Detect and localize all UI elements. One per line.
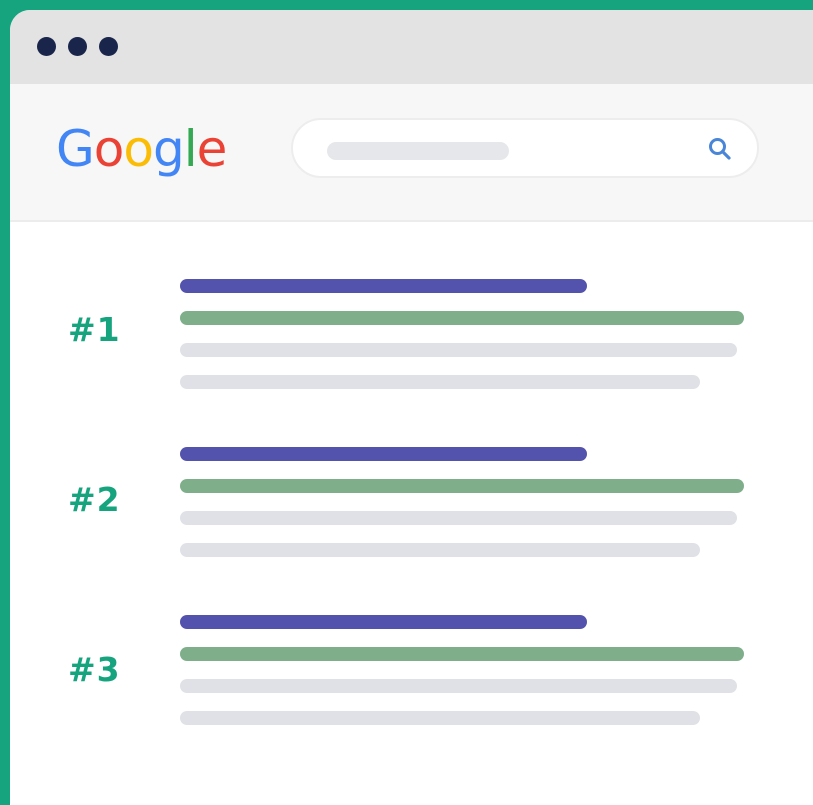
search-box[interactable] bbox=[291, 118, 759, 178]
result-snippet-line bbox=[180, 543, 700, 557]
rank-label: #2 bbox=[68, 480, 121, 519]
result-snippet-line bbox=[180, 511, 737, 525]
window-control-dot-1[interactable] bbox=[37, 37, 56, 56]
logo-letter: e bbox=[196, 120, 228, 178]
result-snippet-line bbox=[180, 343, 737, 357]
result-snippet-line bbox=[180, 679, 737, 693]
search-header: Google bbox=[10, 84, 813, 222]
result-title-line[interactable] bbox=[180, 615, 587, 629]
search-input[interactable] bbox=[323, 134, 697, 166]
window-control-dot-2[interactable] bbox=[68, 37, 87, 56]
rank-label: #3 bbox=[68, 650, 121, 689]
logo-letter: G bbox=[56, 120, 95, 178]
search-icon[interactable] bbox=[705, 134, 735, 164]
rank-label: #1 bbox=[68, 310, 121, 349]
logo-letter: o bbox=[123, 120, 154, 178]
logo-letter: g bbox=[152, 120, 185, 178]
logo-letter: o bbox=[93, 120, 125, 178]
result-snippet-line bbox=[180, 375, 700, 389]
logo-letter: l bbox=[183, 120, 198, 178]
result-snippet-line bbox=[180, 711, 700, 725]
result-url-line[interactable] bbox=[180, 311, 744, 325]
result-title-line[interactable] bbox=[180, 447, 587, 461]
result-url-line[interactable] bbox=[180, 647, 744, 661]
google-logo[interactable]: Google bbox=[56, 114, 228, 184]
browser-title-bar bbox=[10, 10, 813, 84]
browser-window: Google #1 #2 #3 bbox=[10, 10, 813, 805]
result-title-line[interactable] bbox=[180, 279, 587, 293]
window-control-dot-3[interactable] bbox=[99, 37, 118, 56]
result-url-line[interactable] bbox=[180, 479, 744, 493]
